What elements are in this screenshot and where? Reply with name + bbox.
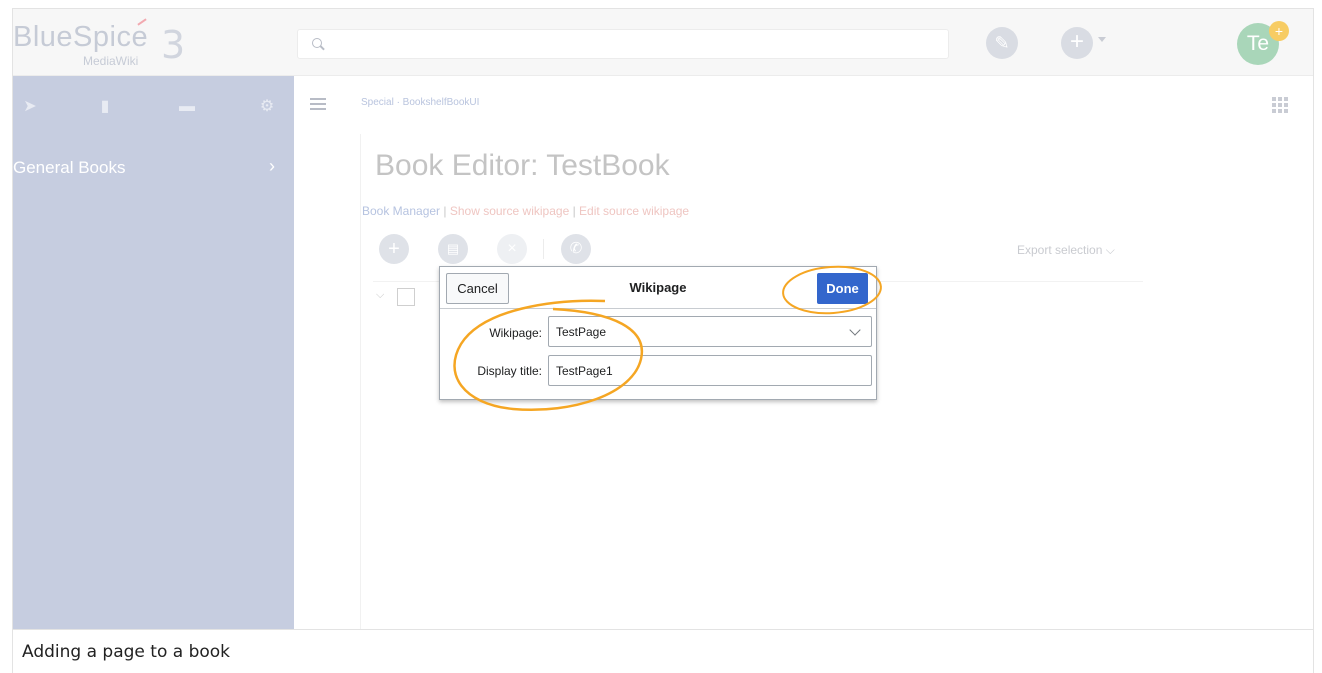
page-links: Book Manager | Show source wikipage | Ed…	[362, 204, 689, 218]
export-selection-label: Export selection	[1017, 243, 1103, 257]
export-selection-dropdown[interactable]: Export selection ⌵	[1017, 243, 1115, 258]
dialog-title: Wikipage	[629, 280, 687, 295]
new-page-button[interactable]: +	[1061, 27, 1093, 59]
add-icon[interactable]: +	[379, 234, 409, 264]
notification-badge[interactable]: +	[1269, 21, 1289, 41]
edit-source-link[interactable]: Edit source wikipage	[579, 204, 689, 218]
menu-icon[interactable]	[310, 98, 326, 110]
logo-text: BlueSpice	[13, 21, 149, 53]
expand-chevron-icon[interactable]: ⌵	[376, 289, 384, 302]
wikipage-value: TestPage	[556, 325, 607, 339]
logo[interactable]: BlueSpice MediaWiki 3	[13, 18, 213, 73]
show-source-link[interactable]: Show source wikipage	[450, 204, 569, 218]
wrench-icon[interactable]: ✆	[561, 234, 591, 264]
app-window: BlueSpice MediaWiki 3 ✎ + Te + ➤ ▮ ▬ ⚙ G…	[12, 8, 1314, 630]
pencil-icon: ✎	[994, 33, 1010, 53]
add-multiple-icon[interactable]: ▤	[438, 234, 468, 264]
sidebar-item-general-books[interactable]: General Books ›	[13, 155, 294, 183]
avatar-initials: Te	[1246, 32, 1270, 55]
breadcrumb[interactable]: Special · BookshelfBookUI	[361, 97, 479, 108]
page-title: Book Editor: TestBook	[375, 149, 670, 182]
chevron-down-icon[interactable]	[1098, 37, 1106, 42]
caption: Adding a page to a book	[12, 630, 1314, 673]
link-separator: |	[569, 204, 580, 218]
remove-icon[interactable]: ×	[497, 234, 527, 264]
chevron-down-icon	[849, 324, 861, 336]
logo-version: 3	[161, 23, 186, 67]
done-button[interactable]: Done	[817, 273, 868, 304]
tree-node-checkbox[interactable]	[397, 288, 415, 306]
search-icon	[312, 38, 322, 48]
edit-button[interactable]: ✎	[986, 27, 1018, 59]
caption-text: Adding a page to a book	[22, 642, 231, 662]
chevron-right-icon: ›	[269, 156, 275, 176]
search-input[interactable]	[297, 29, 949, 59]
sidebar-item-label: General Books	[13, 158, 126, 177]
dialog-header: Cancel Wikipage Done	[440, 267, 876, 309]
chevron-down-icon: ⌵	[1105, 243, 1115, 257]
navigation-icon[interactable]: ➤	[21, 98, 39, 116]
wikipage-label: Wikipage:	[489, 326, 542, 340]
gear-icon[interactable]: ⚙	[258, 98, 276, 116]
sidebar: ➤ ▮ ▬ ⚙ General Books ›	[13, 76, 294, 629]
wikipage-dialog: Cancel Wikipage Done Wikipage: TestPage …	[439, 266, 877, 400]
display-title-label: Display title:	[477, 364, 542, 378]
link-separator: |	[440, 204, 450, 218]
book-icon[interactable]: ▮	[96, 98, 114, 116]
wikipage-select[interactable]: TestPage	[548, 316, 872, 347]
clipboard-icon[interactable]: ▬	[178, 98, 196, 116]
top-bar: BlueSpice MediaWiki 3 ✎ + Te +	[13, 9, 1313, 76]
display-title-input[interactable]	[548, 355, 872, 386]
plus-icon: +	[1069, 28, 1084, 55]
book-manager-link[interactable]: Book Manager	[362, 204, 440, 218]
apps-grid-icon[interactable]	[1272, 97, 1288, 113]
toolbar-divider	[543, 239, 544, 259]
logo-subtext: MediaWiki	[83, 54, 139, 68]
